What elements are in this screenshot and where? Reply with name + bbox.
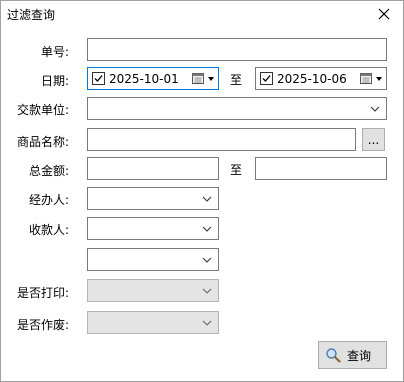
receiver-label: 收款人: — [28, 223, 69, 237]
calendar-icon[interactable] — [360, 73, 372, 84]
chevron-down-icon — [202, 226, 212, 232]
chevron-down-icon — [202, 288, 212, 294]
search-icon — [326, 348, 341, 363]
amount-to-separator: 至 — [230, 163, 243, 177]
close-icon — [378, 8, 390, 20]
handler-combo[interactable] — [87, 187, 219, 210]
total-amount-label: 总金额: — [28, 164, 69, 178]
chevron-down-icon — [202, 196, 212, 202]
close-button[interactable] — [373, 3, 395, 25]
calendar-icon[interactable] — [192, 73, 204, 84]
date-to-separator: 至 — [230, 73, 243, 87]
dialog-title: 过滤查询 — [7, 8, 56, 22]
chevron-down-icon — [370, 106, 380, 112]
doc-no-input[interactable] — [88, 39, 386, 60]
amount-from-input[interactable] — [88, 158, 218, 179]
date-label: 日期: — [40, 74, 69, 88]
printed-combo — [87, 279, 219, 302]
voided-combo — [87, 311, 219, 334]
doc-no-label: 单号: — [40, 45, 69, 59]
amount-from-field[interactable] — [87, 157, 219, 180]
date-from-dropdown-arrow-icon[interactable] — [208, 77, 214, 81]
date-to-checkbox[interactable] — [260, 72, 273, 85]
date-from-picker[interactable]: 2025-10-01 — [87, 67, 219, 90]
date-from-checkbox[interactable] — [92, 72, 105, 85]
date-to-dropdown-arrow-icon[interactable] — [376, 77, 382, 81]
chevron-down-icon — [202, 257, 212, 263]
date-to-picker[interactable]: 2025-10-06 — [255, 67, 387, 90]
date-from-value: 2025-10-01 — [109, 72, 179, 86]
query-button-label: 查询 — [347, 348, 372, 363]
browse-product-button[interactable]: ... — [362, 128, 385, 151]
printed-label: 是否打印: — [16, 286, 69, 300]
checkmark-icon — [94, 75, 103, 82]
title-bar: 过滤查询 — [1, 1, 403, 27]
date-to-value: 2025-10-06 — [277, 72, 347, 86]
query-button[interactable]: 查询 — [318, 341, 387, 369]
amount-to-input[interactable] — [256, 158, 386, 179]
amount-to-field[interactable] — [255, 157, 387, 180]
product-name-label: 商品名称: — [16, 135, 69, 149]
filter-query-dialog: 过滤查询 单号: 日期: 2025-10-01 至 2025-10-06 交款单… — [0, 0, 404, 382]
receiver-combo[interactable] — [87, 217, 219, 240]
extra-combo[interactable] — [87, 248, 219, 271]
payee-unit-combo[interactable] — [87, 97, 387, 120]
doc-no-field[interactable] — [87, 38, 387, 61]
chevron-down-icon — [202, 320, 212, 326]
checkmark-icon — [262, 75, 271, 82]
voided-label: 是否作废: — [16, 318, 69, 332]
product-name-input[interactable] — [88, 129, 355, 150]
handler-label: 经办人: — [28, 193, 69, 207]
product-name-field[interactable] — [87, 128, 356, 151]
payee-unit-label: 交款单位: — [16, 103, 69, 117]
